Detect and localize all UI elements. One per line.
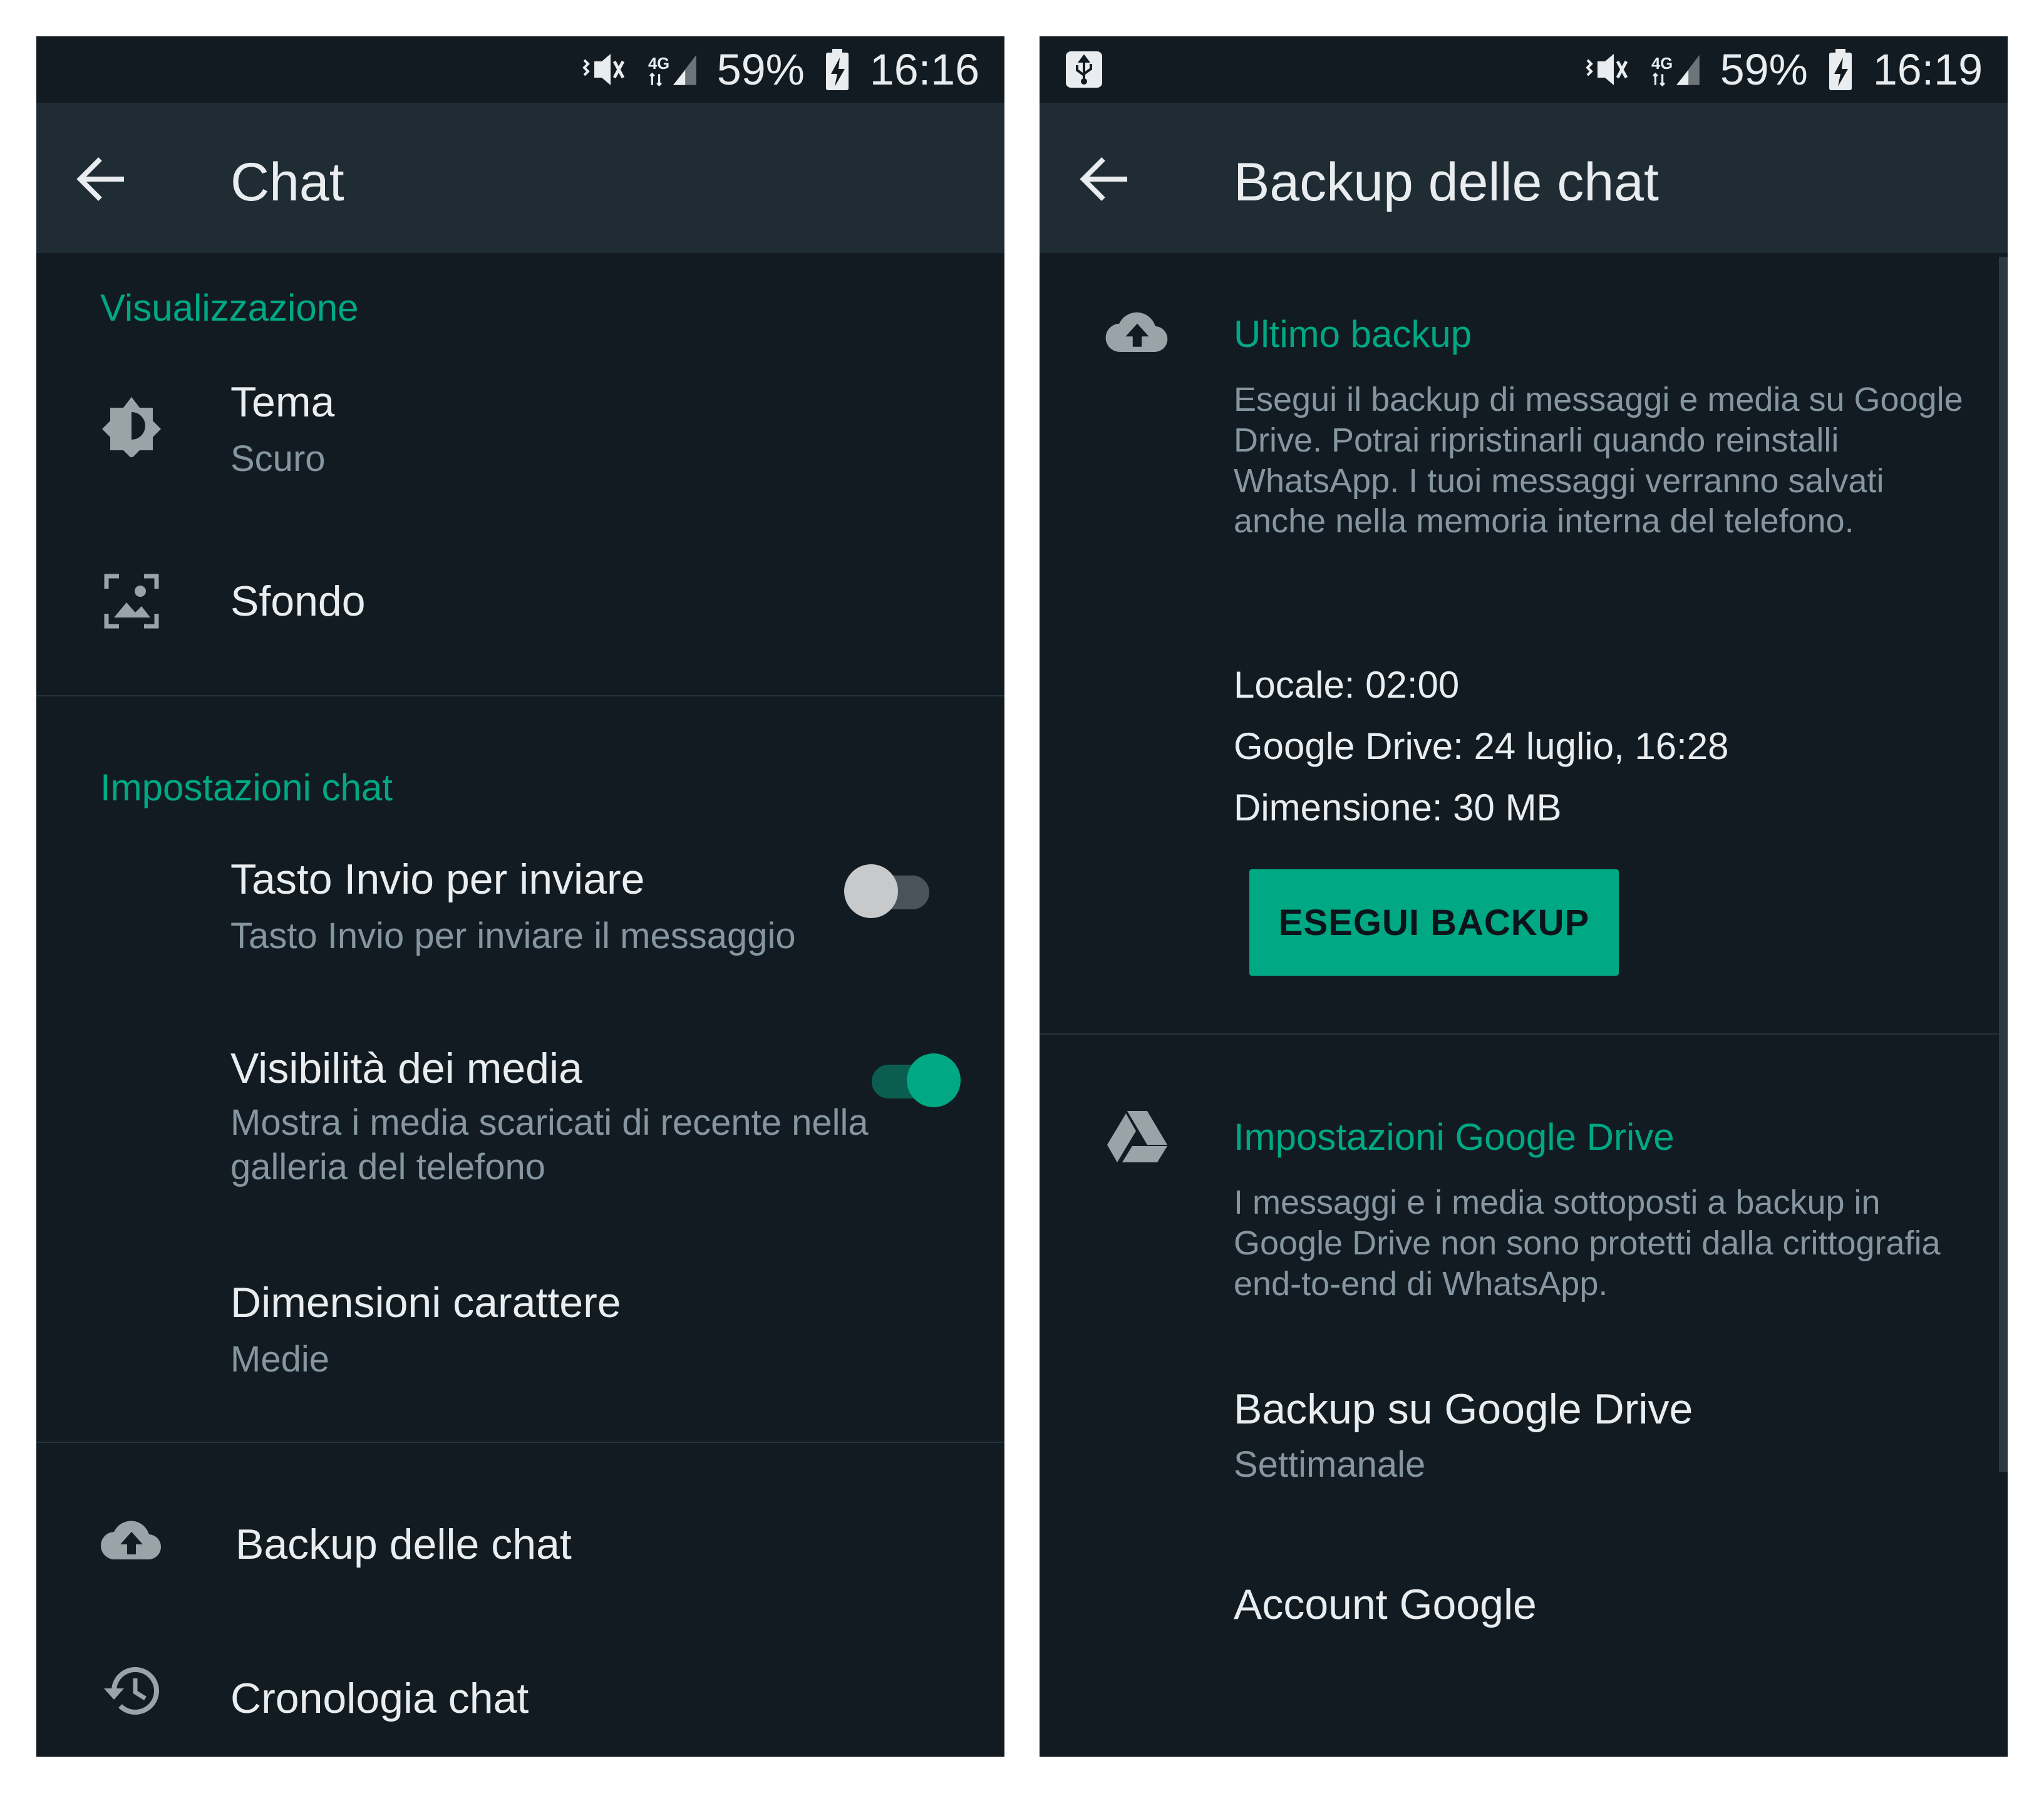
last-backup-description: Esegui il backup di messaggi e media su … — [1234, 381, 1963, 540]
page-title: Chat — [230, 152, 344, 212]
clock: 16:16 — [869, 45, 979, 94]
chat-backup-title: Backup delle chat — [235, 1521, 572, 1568]
divider — [36, 1442, 1004, 1443]
media-visibility-description: Mostra i media scaricati di recente nell… — [230, 1102, 869, 1187]
last-backup-header: Ultimo backup — [1234, 313, 1472, 355]
wallpaper-title: Sfondo — [230, 577, 366, 625]
drive-backup-time: Google Drive: 24 luglio, 16:28 — [1234, 725, 1729, 767]
status-indicators: 4G 59% 16:19 — [1582, 36, 1983, 103]
cloud-upload-icon — [100, 1521, 162, 1560]
chat-backup-screen: 4G 59% 16:19 Backup delle chat Ultimo ba… — [1040, 36, 2008, 1757]
backup-size: Dimensione: 30 MB — [1234, 787, 1562, 829]
font-size-title: Dimensioni carattere — [230, 1279, 621, 1326]
status-bar: 4G 59% 16:16 — [36, 36, 1004, 103]
media-visibility-title: Visibilità dei media — [230, 1045, 582, 1092]
page-title: Backup delle chat — [1234, 152, 1659, 212]
status-indicators: 4G 59% 16:16 — [579, 36, 979, 103]
app-bar: Backup delle chat — [1040, 103, 2008, 253]
run-backup-button[interactable]: ESEGUI BACKUP — [1249, 869, 1619, 976]
enter-send-toggle[interactable] — [844, 858, 938, 918]
media-visibility-toggle[interactable] — [863, 1047, 961, 1107]
drive-settings-description: I messaggi e i media sottoposti a backup… — [1234, 1184, 1941, 1303]
mute-vibrate-icon — [1585, 54, 1628, 85]
back-arrow-icon[interactable] — [1077, 155, 1131, 203]
toggle-thumb — [844, 864, 898, 918]
local-backup-time: Locale: 02:00 — [1234, 664, 1460, 706]
app-bar: Chat — [36, 103, 1004, 253]
wallpaper-icon — [104, 574, 159, 629]
battery-charging-icon — [825, 49, 849, 90]
section-header-display: Visualizzazione — [100, 287, 359, 329]
status-bar: 4G 59% 16:19 — [1040, 36, 2008, 103]
clock: 16:19 — [1872, 45, 1983, 94]
drive-backup-title: Backup su Google Drive — [1234, 1385, 1693, 1433]
google-drive-icon — [1107, 1111, 1167, 1162]
theme-value: Scuro — [230, 438, 326, 479]
svg-text:4G: 4G — [648, 55, 669, 73]
brightness-icon — [102, 397, 161, 457]
usb-icon — [1066, 51, 1102, 88]
history-icon — [104, 1666, 159, 1715]
drive-backup-frequency: Settimanale — [1234, 1444, 1426, 1485]
theme-title: Tema — [230, 378, 335, 426]
mute-vibrate-icon — [582, 54, 624, 85]
divider — [1040, 1033, 2008, 1035]
chat-settings-screen: 4G 59% 16:16 Chat Visualizzazione Tema S… — [36, 36, 1004, 1757]
divider — [36, 695, 1004, 696]
battery-percentage: 59% — [1720, 45, 1808, 94]
toggle-thumb — [907, 1053, 961, 1107]
4g-signal-icon: 4G — [648, 54, 696, 87]
scrollbar[interactable] — [1999, 257, 2008, 1472]
section-header-chat-settings: Impostazioni chat — [100, 767, 393, 809]
enter-send-description: Tasto Invio per inviare il messaggio — [230, 916, 796, 956]
drive-settings-header: Impostazioni Google Drive — [1234, 1116, 1675, 1158]
font-size-value: Medie — [230, 1339, 329, 1380]
battery-charging-icon — [1829, 49, 1852, 90]
google-account-title: Account Google — [1234, 1581, 1537, 1628]
back-arrow-icon[interactable] — [74, 155, 128, 203]
cloud-upload-icon — [1105, 312, 1168, 352]
chat-history-title: Cronologia chat — [230, 1675, 529, 1722]
enter-send-title: Tasto Invio per inviare — [230, 855, 645, 903]
svg-text:4G: 4G — [1651, 55, 1673, 73]
4g-signal-icon: 4G — [1651, 54, 1700, 87]
battery-percentage: 59% — [716, 45, 805, 94]
